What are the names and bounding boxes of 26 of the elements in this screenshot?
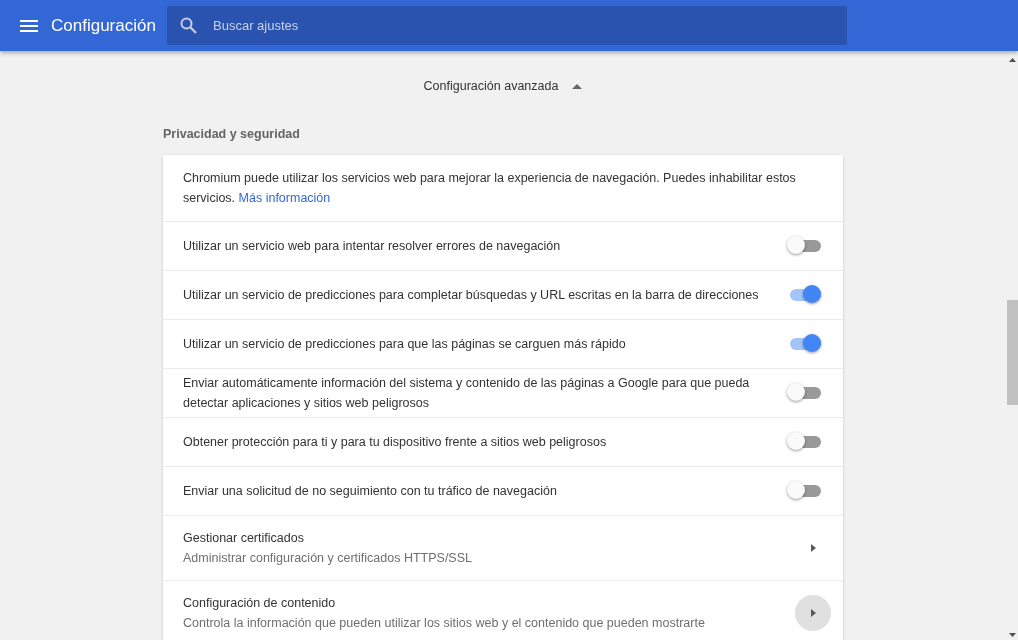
- setting-label: Gestionar certificados: [183, 530, 305, 547]
- menu-icon[interactable]: [20, 19, 38, 32]
- search-field[interactable]: Buscar ajustes: [167, 6, 847, 45]
- more-info-link[interactable]: Más información: [238, 191, 331, 205]
- toggle-switch[interactable]: [787, 383, 823, 403]
- setting-label: Utilizar un servicio web para intentar resolver errores de navegación: [183, 238, 562, 255]
- scroll-up-icon[interactable]: [1008, 58, 1016, 62]
- setting-description: Administrar configuración y certificados HTTPS/SSL: [183, 550, 473, 567]
- scroll-down-icon[interactable]: [1008, 633, 1016, 637]
- advanced-settings-toggle[interactable]: Configuración avanzada: [423, 79, 559, 93]
- arrow-icon: [810, 609, 816, 617]
- setting-label: Utilizar un servicio de predicciones para que las páginas se carguen más rápido: [183, 336, 627, 353]
- setting-label: Enviar una solicitud de no seguimiento con tu tráfico de navegación: [183, 483, 558, 500]
- toggle-switch[interactable]: [787, 236, 823, 256]
- description-text: Chromium puede utilizar los servicios web para mejorar la experiencia de navegación. Puedes inhabilitar estos servicios. Más información: [183, 170, 797, 207]
- setting-label: Obtener protección para ti y para tu dispositivo frente a sitios web peligrosos: [183, 434, 608, 451]
- app-title: Configuración: [51, 15, 157, 36]
- setting-label: Enviar automáticamente información del sistema y contenido de las páginas a Google para que pueda detectar aplicaciones y sitios web peligrosos: [183, 375, 751, 412]
- setting-label: Utilizar un servicio de predicciones para completar búsquedas y URL escritas en la barra de direcciones: [183, 287, 760, 304]
- toggle-switch[interactable]: [787, 481, 823, 501]
- setting-description: Controla la información que pueden utilizar los sitios web y el contenido que pueden mostrarte: [183, 615, 706, 632]
- setting-label: Configuración de contenido: [183, 595, 337, 612]
- arrow-icon: [810, 544, 816, 552]
- toggle-switch[interactable]: [787, 432, 823, 452]
- scrollbar-thumb[interactable]: [1006, 300, 1018, 405]
- section-title: Privacidad y seguridad: [163, 127, 301, 141]
